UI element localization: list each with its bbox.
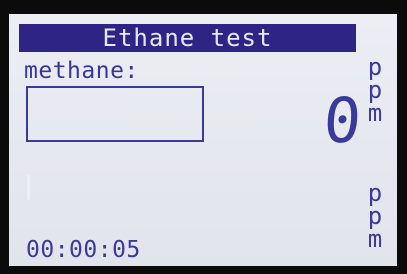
title-bar: Ethane test bbox=[19, 24, 356, 52]
unit-letter: m bbox=[367, 225, 383, 253]
elapsed-timer: 00:00:05 bbox=[26, 237, 141, 263]
lcd-screen: Ethane test methane: 0 p p m p p m 00:00… bbox=[9, 14, 397, 266]
screen-title: Ethane test bbox=[102, 24, 273, 52]
unit-label-bottom: p p m bbox=[364, 181, 386, 253]
screen-glare bbox=[27, 174, 30, 200]
reading-box bbox=[26, 86, 204, 142]
gas-reading-value: 0 bbox=[321, 84, 364, 157]
unit-label-top: p p m bbox=[364, 55, 386, 127]
unit-letter: m bbox=[367, 99, 383, 127]
gas-label: methane: bbox=[24, 58, 139, 84]
